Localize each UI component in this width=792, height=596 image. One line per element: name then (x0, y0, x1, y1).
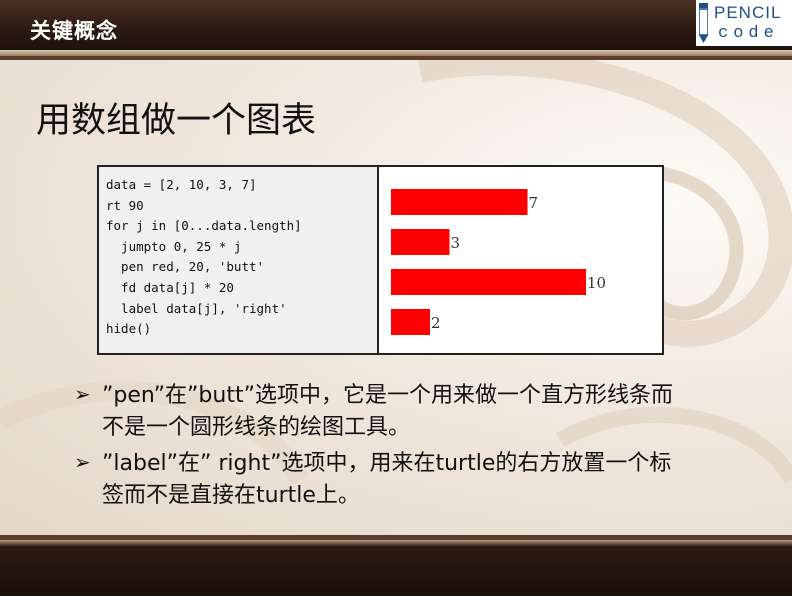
bullet-text: ”pen”在”butt”选项中，它是一个用来做一个直方形线条而不是一个圆形线条的… (102, 383, 673, 440)
bar-label-0: 7 (529, 194, 539, 212)
bar-chart: 7 3 10 2 (391, 189, 606, 335)
bar-2 (391, 269, 586, 295)
bar-1 (391, 229, 450, 255)
arrow-bullet-icon: ➢ (74, 450, 91, 474)
section-title: 关键概念 (30, 19, 118, 43)
bullet-text: ”label”在” right”选项中，用来在turtle的右方放置一个标签而不… (102, 451, 672, 508)
bar-label-2: 10 (587, 274, 606, 292)
pencil-icon (699, 3, 708, 43)
code-line: fd data[j] * 20 (106, 279, 234, 295)
bar-label-3: 2 (431, 314, 441, 332)
footer-bar (0, 546, 792, 596)
logo-word-code: code (718, 24, 779, 43)
bar-3 (391, 309, 430, 335)
code-line: label data[j], 'right' (106, 300, 287, 316)
code-line: pen red, 20, 'butt' (106, 259, 265, 275)
pencil-code-logo: PENCIL code (696, 0, 792, 46)
bullet-list: ➢ ”pen”在”butt”选项中，它是一个用来做一个直方形线条而不是一个圆形线… (72, 380, 692, 516)
bullet-item: ➢ ”label”在” right”选项中，用来在turtle的右方放置一个标签… (72, 448, 692, 512)
code-line: jumpto 0, 25 * j (106, 238, 242, 254)
title-bar: 关键概念 (0, 0, 792, 50)
code-line: hide() (106, 321, 152, 337)
code-line: data = [2, 10, 3, 7] (106, 177, 257, 192)
code-editor: data = [2, 10, 3, 7] rt 90 for j in [0..… (99, 167, 379, 353)
bullet-item: ➢ ”pen”在”butt”选项中，它是一个用来做一个直方形线条而不是一个圆形线… (72, 380, 692, 444)
bar-0 (391, 189, 528, 215)
slide-content: 用数组做一个图表 data = [2, 10, 3, 7] rt 90 for … (0, 60, 792, 535)
logo-word-pencil: PENCIL (714, 3, 782, 22)
slide-title: 用数组做一个图表 (36, 101, 317, 141)
code-chart-figure: data = [2, 10, 3, 7] rt 90 for j in [0..… (97, 165, 664, 355)
bar-label-1: 3 (451, 234, 461, 252)
chart-output: 7 3 10 2 (379, 167, 660, 353)
arrow-bullet-icon: ➢ (74, 382, 91, 406)
code-line: for j in [0...data.length] (106, 218, 302, 234)
code-line: rt 90 (106, 197, 144, 213)
